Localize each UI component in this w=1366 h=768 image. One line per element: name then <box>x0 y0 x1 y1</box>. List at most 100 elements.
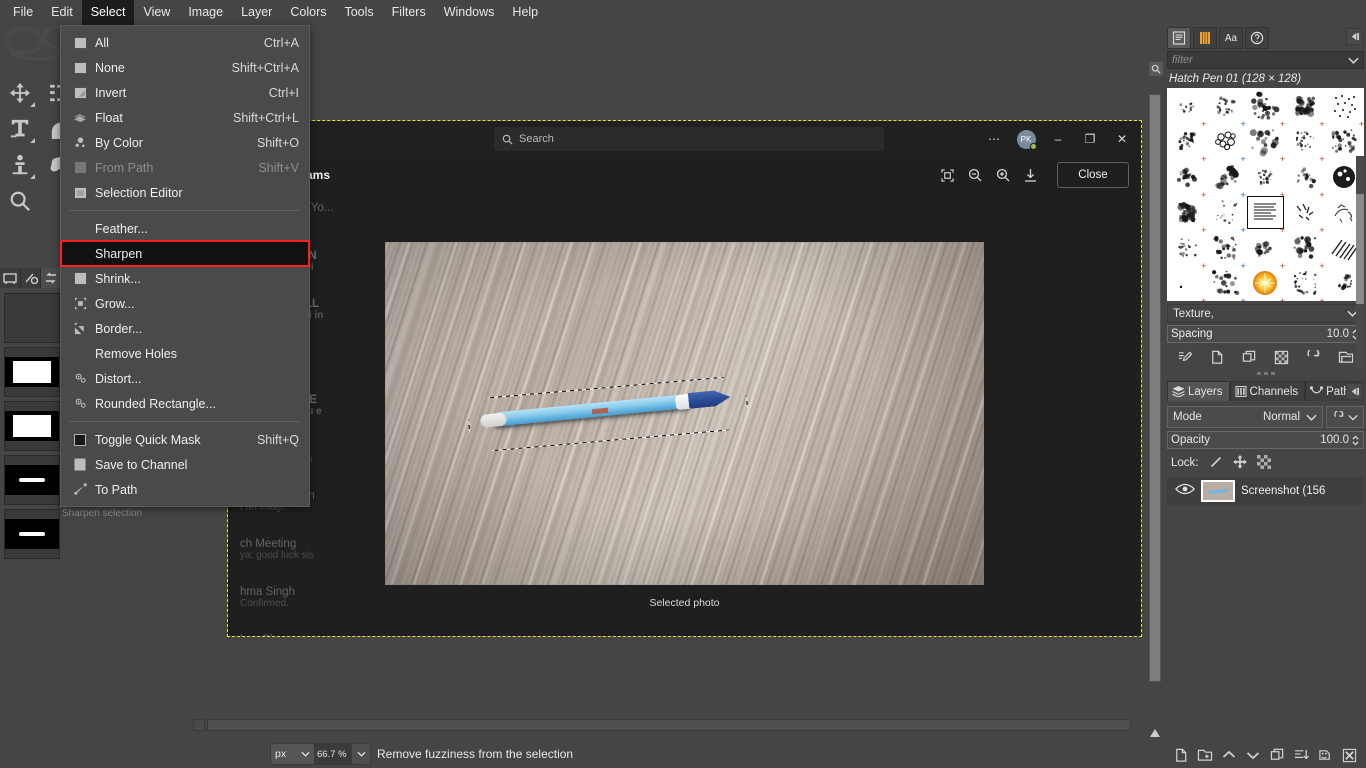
duplicate-layer-icon[interactable] <box>1268 745 1288 765</box>
menubar-item-help[interactable]: Help <box>503 0 547 25</box>
brush-item[interactable]: + <box>1206 124 1245 160</box>
brush-item[interactable]: + <box>1246 124 1285 160</box>
chat-list-item[interactable]: han Sharma <box>228 631 558 636</box>
brush-item[interactable]: + <box>1285 266 1324 302</box>
menubar-item-image[interactable]: Image <box>179 0 232 25</box>
history-item[interactable] <box>4 509 60 559</box>
brush-item[interactable]: + <box>1285 230 1324 266</box>
brush-filter-field[interactable]: filter <box>1167 51 1364 69</box>
photos-close-button[interactable]: Close <box>1057 162 1129 188</box>
select-menu-item-sharpen[interactable]: Sharpen <box>61 241 309 266</box>
select-menu-item-grow[interactable]: Grow... <box>61 291 309 316</box>
channels-tab[interactable]: Channels <box>1230 381 1306 401</box>
anchor-layer-icon[interactable] <box>1316 745 1336 765</box>
patterns-tab[interactable] <box>1167 27 1191 49</box>
help-tab[interactable] <box>1245 27 1269 49</box>
move-tool[interactable] <box>0 75 40 111</box>
lock-pixels-icon[interactable] <box>1209 455 1223 472</box>
layer-dock-menu-button[interactable] <box>1346 383 1363 400</box>
new-layer-group-icon[interactable] <box>1195 745 1215 765</box>
brushes-tab[interactable] <box>1193 27 1217 49</box>
select-menu-item-distort[interactable]: Distort... <box>61 366 309 391</box>
select-menu-item-from-path[interactable]: From PathShift+V <box>61 155 309 180</box>
brush-item[interactable]: + <box>1285 195 1324 231</box>
brush-item[interactable]: + <box>1246 159 1285 195</box>
select-menu-item-rounded-rectangle[interactable]: Rounded Rectangle... <box>61 391 309 416</box>
lock-alpha-icon[interactable] <box>1257 455 1271 472</box>
select-menu-item-all[interactable]: AllCtrl+A <box>61 30 309 55</box>
canvas-vertical-scrollbar[interactable] <box>1148 58 1162 740</box>
menubar-item-windows[interactable]: Windows <box>435 0 504 25</box>
brush-item[interactable]: + <box>1246 195 1285 231</box>
history-item[interactable] <box>4 401 60 451</box>
layer-item[interactable]: Screenshot (156 <box>1167 477 1364 505</box>
zoom-dropdown-button[interactable] <box>351 743 371 765</box>
brush-item[interactable]: + <box>1246 88 1285 124</box>
brush-item[interactable]: + <box>1325 88 1364 124</box>
layer-visibility-icon[interactable] <box>1175 482 1195 501</box>
navigation-icon[interactable] <box>1149 62 1163 76</box>
quick-mask-toggle[interactable] <box>193 719 205 731</box>
scroll-up-arrow[interactable] <box>1148 726 1162 740</box>
avatar[interactable]: PK <box>1011 125 1041 153</box>
zoom-tool[interactable] <box>0 183 40 219</box>
fonts-tab[interactable]: Aa <box>1219 27 1243 49</box>
duplicate-brush-icon[interactable] <box>1238 347 1260 367</box>
raise-layer-icon[interactable] <box>1219 745 1239 765</box>
brush-grid[interactable]: ++++++++++++++++++++++++++++++ <box>1167 88 1364 301</box>
zoom-value[interactable]: 66.7 % <box>315 743 351 765</box>
refresh-brushes-icon[interactable] <box>1303 347 1325 367</box>
layer-mode-selector[interactable]: Mode Normal <box>1167 406 1323 428</box>
lower-layer-icon[interactable] <box>1243 745 1263 765</box>
menubar-item-edit[interactable]: Edit <box>42 0 82 25</box>
select-menu-item-by-color[interactable]: By ColorShift+O <box>61 130 309 155</box>
tool-options-tab[interactable] <box>0 268 21 288</box>
dock-grip[interactable] <box>1165 369 1366 378</box>
brush-item[interactable]: + <box>1206 159 1245 195</box>
brush-dynamics-selector[interactable]: Texture, <box>1167 304 1364 323</box>
merge-down-icon[interactable] <box>1292 745 1312 765</box>
select-menu-item-selection-editor[interactable]: Selection Editor <box>61 180 309 205</box>
layer-opacity-field[interactable]: Opacity 100.0 <box>1167 431 1364 449</box>
text-tool[interactable] <box>0 111 40 147</box>
select-menu-item-save-to-channel[interactable]: Save to Channel <box>61 452 309 477</box>
menubar-item-view[interactable]: View <box>134 0 179 25</box>
maximize-button[interactable]: ❐ <box>1075 125 1105 153</box>
clone-tool[interactable] <box>0 147 40 183</box>
brush-item[interactable]: + <box>1285 124 1324 160</box>
download-icon[interactable] <box>1024 168 1037 182</box>
vertical-scroll-thumb[interactable] <box>1149 94 1161 682</box>
select-menu[interactable]: AllCtrl+ANoneShift+Ctrl+AInvertCtrl+IFlo… <box>60 25 310 507</box>
history-item[interactable] <box>4 293 60 343</box>
spinner-icon[interactable] <box>1351 434 1360 447</box>
select-menu-item-border[interactable]: Border... <box>61 316 309 341</box>
brush-item[interactable]: + <box>1206 266 1245 302</box>
brush-item[interactable]: + <box>1167 88 1206 124</box>
select-menu-item-to-path[interactable]: To Path <box>61 477 309 502</box>
zoom-in-icon[interactable] <box>996 168 1010 182</box>
brush-item[interactable]: + <box>1246 266 1285 302</box>
history-item[interactable] <box>4 455 60 505</box>
new-layer-icon[interactable] <box>1171 745 1191 765</box>
menubar-item-filters[interactable]: Filters <box>383 0 435 25</box>
delete-brush-icon[interactable] <box>1271 347 1293 367</box>
canvas-horizontal-scrollbar[interactable] <box>193 718 1133 732</box>
brush-grid-scrollbar[interactable] <box>1356 156 1364 369</box>
history-item[interactable] <box>4 347 60 397</box>
select-menu-item-feather[interactable]: Feather... <box>61 216 309 241</box>
select-menu-item-invert[interactable]: InvertCtrl+I <box>61 80 309 105</box>
brush-item[interactable]: + <box>1285 88 1324 124</box>
delete-layer-icon[interactable] <box>1340 745 1360 765</box>
zoom-out-icon[interactable] <box>968 168 982 182</box>
fit-to-screen-icon[interactable] <box>941 169 954 182</box>
brush-item[interactable]: + <box>1206 230 1245 266</box>
brush-item[interactable]: + <box>1246 230 1285 266</box>
brush-item[interactable]: + <box>1167 230 1206 266</box>
menubar-item-layer[interactable]: Layer <box>232 0 281 25</box>
edit-brush-icon[interactable] <box>1174 347 1196 367</box>
close-window-button[interactable]: ✕ <box>1107 125 1137 153</box>
select-menu-item-float[interactable]: FloatShift+Ctrl+L <box>61 105 309 130</box>
menubar-item-tools[interactable]: Tools <box>335 0 382 25</box>
lock-position-icon[interactable] <box>1233 455 1247 472</box>
brush-spacing-field[interactable]: Spacing 10.0 <box>1167 325 1364 343</box>
